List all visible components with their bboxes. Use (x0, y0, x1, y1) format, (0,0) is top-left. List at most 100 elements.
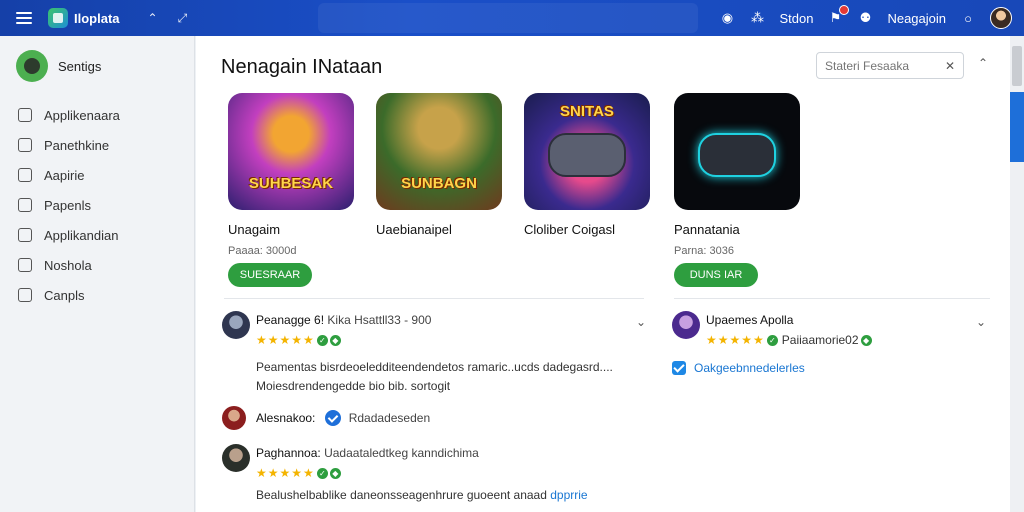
sidebar-item-label: Applikandian (44, 227, 119, 243)
review-body: Peamentas bisrdeoeledditeendendetos rama… (256, 358, 656, 396)
app-thumbnail[interactable]: SUHBESAK (228, 93, 354, 210)
chevron-down-icon[interactable]: ⌄ (976, 315, 986, 329)
review-text-line: Moiesdrendengedde bio bib. sortogit (256, 379, 451, 393)
app-price: Paaaa: 3000d (228, 245, 297, 257)
reviewer-name: Peanagge 6! (256, 313, 325, 327)
app-thumbnail[interactable]: SUNBAGN (376, 93, 502, 210)
badge-icon: ◆ (329, 335, 341, 346)
list-icon (18, 138, 32, 152)
checkbox-icon[interactable] (672, 361, 686, 375)
top-bar: Iloplata ⌃ ⤢ ◉ ⁂ Stdon ⚑ ⚉ Neagajoin ○ (0, 0, 1024, 36)
search-box[interactable]: ✕ (816, 52, 964, 79)
badge-icon: ✓ (316, 335, 328, 346)
sidebar-item-share[interactable]: Noshola (0, 250, 194, 280)
sidebar-item-inbox[interactable]: Aapirie (0, 160, 194, 190)
main-panel: Nenagain INataan ✕ ⌃ SUHBESAK Unagaim Pa… (196, 36, 1010, 512)
badge-icon: ✓ (316, 468, 328, 479)
grid-icon (18, 228, 32, 242)
app-art-text: SNITAS (560, 103, 614, 120)
reviewer-header: Upaemes Apolla (706, 313, 793, 327)
app-art-text: SUHBESAK (248, 175, 334, 192)
review-meta: Kika Hsattll33 - 900 (327, 313, 432, 327)
scroll-indicator (1010, 92, 1024, 162)
review-item: Paghannoa: Uadaataledtkeg kanndichima ★★… (222, 444, 652, 510)
page-title: Nenagain INataan (221, 56, 383, 78)
stars: ★★★★★ (256, 333, 315, 347)
app-name[interactable]: Unagaim (228, 222, 358, 237)
rating-stars: ★★★★★ ✓ ◆ (256, 466, 341, 480)
review-link[interactable]: dpprrie (550, 488, 587, 502)
badge-icon: ◆ (860, 335, 872, 346)
reviewer-avatar (222, 311, 250, 339)
chevron-down-icon[interactable]: ⌄ (636, 315, 646, 329)
logo-icon[interactable] (48, 8, 68, 28)
app-art-text: SUNBAGN (401, 175, 477, 192)
profile-name: Sentigs (58, 58, 102, 74)
reviewer-link[interactable]: Rdadadeseden (349, 411, 430, 425)
app-name[interactable]: Uaebianaipel (376, 222, 506, 237)
review-item: Upaemes Apolla ★★★★★ ✓ Paiiaamorie02 ◆ Oakg… (672, 311, 992, 401)
review-meta: Paiiaamorie02 (781, 333, 859, 347)
rating-stars: ★★★★★ ✓ Paiiaamorie02 ◆ (706, 333, 872, 347)
chat-icon[interactable]: ◉ (719, 10, 735, 26)
settings-icon[interactable]: ⁂ (749, 10, 765, 26)
review-body: Oakgeebnnedelerles (672, 359, 1024, 378)
stars: ★★★★★ (706, 333, 765, 347)
app-card[interactable]: SNITAS Cloliber Coigasl (524, 93, 654, 237)
avatar[interactable] (990, 7, 1012, 29)
review-body: Bealushelbablike daneonsseagenhrure guoe… (256, 486, 656, 505)
app-brand[interactable]: Iloplata (74, 11, 120, 26)
app-price: Parna: 3036 (674, 245, 734, 257)
app-name[interactable]: Pannatania (674, 222, 804, 237)
reviewer-name: Alesnakoo: (256, 411, 316, 425)
menu-icon[interactable] (16, 12, 32, 24)
review-meta: Uadaataledtkeg kanndichima (324, 446, 479, 460)
notification-icon[interactable]: ⚑ (827, 5, 850, 26)
chevron-up-icon[interactable]: ⌃ (148, 11, 158, 25)
clear-search-icon[interactable]: ✕ (945, 59, 955, 73)
sidebar-item-label: Canpls (44, 287, 85, 303)
app-card[interactable]: Pannatania Parna: 3036 DUNS IAR (674, 93, 804, 287)
review-link[interactable]: Oakgeebnnedelerles (694, 361, 805, 375)
review-text: Bealushelbablike daneonsseagenhrure guoe… (256, 488, 547, 502)
inbox-icon (18, 168, 32, 182)
sidebar-item-label: Panethkine (44, 137, 110, 153)
scrollbar[interactable] (1010, 36, 1024, 512)
app-card[interactable]: SUNBAGN Uaebianaipel (376, 93, 506, 237)
sidebar-profile[interactable]: Sentigs (0, 36, 194, 100)
reviewer-header: Alesnakoo: Rdadadeseden (256, 410, 430, 426)
gamepad-icon (548, 133, 626, 177)
sidebar-item-grid[interactable]: Applikandian (0, 220, 194, 250)
topbar-text[interactable]: Stdon (779, 11, 813, 26)
badge-icon: ✓ (766, 335, 778, 346)
expand-icon[interactable]: ⤢ (178, 11, 188, 26)
sidebar-item-docs[interactable]: Papenls (0, 190, 194, 220)
reviewer-name: Paghannoa: (256, 446, 321, 460)
install-button[interactable]: DUNS IAR (674, 263, 758, 287)
scrollbar-thumb[interactable] (1012, 46, 1022, 86)
app-name[interactable]: Cloliber Coigasl (524, 222, 654, 237)
user-icon[interactable]: ⚉ (857, 10, 873, 26)
install-button[interactable]: SUESRAAR (228, 263, 312, 287)
reviewer-header: Paghannoa: Uadaataledtkeg kanndichima (256, 446, 479, 460)
sidebar-item-folder[interactable]: Canpls (0, 280, 194, 310)
reviewer-avatar (222, 444, 250, 472)
stars: ★★★★★ (256, 466, 315, 480)
sidebar-item-label: Aapirie (44, 167, 85, 183)
topbar-username[interactable]: Neagajoin (887, 11, 946, 26)
app-thumbnail[interactable] (674, 93, 800, 210)
sidebar-item-list[interactable]: Panethkine (0, 130, 194, 160)
review-item: Alesnakoo: Rdadadeseden (222, 406, 652, 436)
notification-badge (839, 5, 850, 15)
help-icon[interactable]: ○ (960, 10, 976, 26)
sidebar-item-label: Noshola (44, 257, 92, 273)
verified-icon (324, 410, 341, 426)
app-thumbnail[interactable]: SNITAS (524, 93, 650, 210)
rating-stars: ★★★★★ ✓ ◆ (256, 333, 341, 347)
app-card[interactable]: SUHBESAK Unagaim Paaaa: 3000d SUESRAAR (228, 93, 358, 287)
topbar-search-area[interactable] (318, 3, 698, 33)
collapse-icon[interactable]: ⌃ (978, 56, 988, 70)
sidebar-item-apps[interactable]: Applikenaara (0, 100, 194, 130)
search-input[interactable] (825, 58, 935, 73)
folder-icon (18, 288, 32, 302)
